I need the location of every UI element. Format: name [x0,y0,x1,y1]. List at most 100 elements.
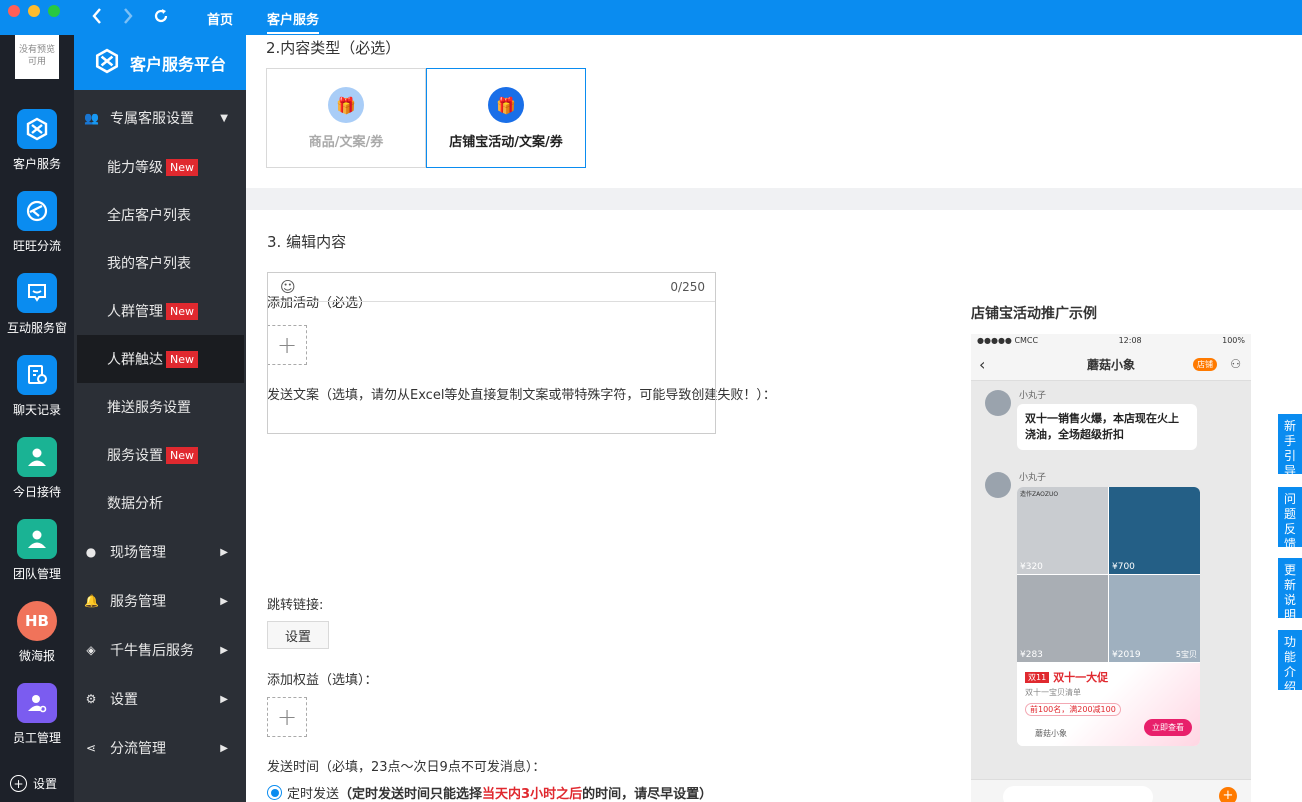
team-icon [17,519,57,559]
app-poster[interactable]: HB 微海报 [0,601,74,664]
back-icon[interactable] [92,8,102,28]
caret-down-icon: ▼ [220,112,228,124]
battery-text: 100% [1222,336,1245,345]
type-option-shop-activity[interactable]: 🎁 店铺宝活动/文案/券 [426,68,586,168]
menu-group-settings[interactable]: ⚙ 设置 ▶ [74,675,246,723]
menu-item-crowd-management[interactable]: 人群管理 New [74,287,246,335]
settings-icon: + [10,775,27,792]
maximize-window-icon[interactable] [48,5,60,17]
promo-title: 双十一大促 [1053,671,1109,684]
app-team[interactable]: 团队管理 [0,519,74,582]
add-benefit-button[interactable]: + [267,697,307,737]
menu-group-service[interactable]: 🔔 服务管理 ▶ [74,577,246,625]
radio-note-b: 的时间，请尽早设置） [582,787,713,802]
app-label: 微海报 [18,649,55,663]
new-badge: New [166,158,198,176]
radio-label: 定时发送 [287,787,340,802]
promo-coupon: 前100名，满200减100 [1025,703,1121,716]
refresh-icon[interactable] [153,8,169,28]
set-link-button[interactable]: 设置 [267,621,329,649]
menu-label: 我的客户列表 [107,256,191,272]
product-image: ¥2019 5宝贝 [1109,575,1200,662]
poster-icon: HB [17,601,57,641]
menu-label: 现场管理 [110,545,166,561]
platform-header: 客户服务平台 [74,35,246,90]
radio-selected[interactable] [267,785,282,800]
content-type-section: 2.内容类型（必选） 🎁 商品/文案/券 🎁 店铺宝活动/文案/券 [246,35,1302,188]
nav-menu: 客户服务平台 👥 专属客服设置 ▼ 能力等级 New 全店客户列表 我的客户列表… [74,35,246,802]
minimize-window-icon[interactable] [28,5,40,17]
menu-item-service-settings[interactable]: 服务设置 New [74,431,246,479]
gift-icon: 🎁 [488,87,524,123]
product-image: ¥283 [1017,575,1108,662]
content-type-heading: 2.内容类型（必选） [266,39,401,57]
close-window-icon[interactable] [8,5,20,17]
nav-home-link[interactable]: 首页 [207,9,233,28]
menu-item-push-settings[interactable]: 推送服务设置 [74,383,246,431]
app-staff[interactable]: 员工管理 [0,683,74,746]
menu-group-exclusive-service[interactable]: 👥 专属客服设置 ▼ [74,94,246,142]
settings-button[interactable]: + 设置 [10,775,57,792]
char-count: 0/250 [670,280,705,294]
menu-item-my-customers[interactable]: 我的客户列表 [74,239,246,287]
link-label: 跳转链接: [267,598,324,613]
promo-subtitle: 双十一宝贝清单 [1025,688,1081,697]
promo-card: 造作ZAOZUO ¥320 ¥700 ¥283 ¥2019 5宝贝 双11 双十一大… [1017,487,1200,746]
item-count: 5宝贝 [1175,650,1197,659]
new-badge: New [166,302,198,320]
location-icon: ● [85,545,97,559]
chat-message: 双十一销售火爆，本店现在火上浇油，全场超级折扣 [1017,404,1197,450]
emoji-icon[interactable]: ☺ [280,278,296,296]
scheduled-send-option[interactable]: 定时发送 （定时发送时间只能选择 当天内3小时之后 的时间，请尽早设置） [267,783,712,802]
forward-icon[interactable] [123,8,133,28]
side-tab-features[interactable]: 功能介绍 [1278,630,1302,694]
menu-item-data-analysis[interactable]: 数据分析 [74,479,246,527]
side-tab-update[interactable]: 更新说明 [1278,558,1302,622]
menu-item-ability-level[interactable]: 能力等级 New [74,143,246,191]
phone-preview: ●●●●● CMCC 12:08 100% ‹ 蘑菇小象 店铺 ⚇ 小丸子 双十… [971,334,1251,802]
app-interactive-window[interactable]: 互动服务窗 [0,273,74,336]
benefit-label: 添加权益（选填）： [267,673,378,688]
share-icon: ⋖ [85,741,97,755]
price-label: ¥2019 [1112,650,1141,660]
new-badge: New [166,350,198,368]
status-bar: ●●●●● CMCC 12:08 100% [971,334,1251,348]
avatar[interactable]: 没有预览可用 [15,35,59,79]
chat-record-icon [17,355,57,395]
menu-label: 分流管理 [110,741,166,757]
carrier-text: ●●●●● CMCC [977,336,1039,345]
menu-group-aftersale[interactable]: ◈ 千牛售后服务 ▶ [74,626,246,674]
menu-item-all-customers[interactable]: 全店客户列表 [74,191,246,239]
app-customer-service[interactable]: 客户服务 [0,109,74,172]
app-icon-sidebar: 没有预览可用 客户服务 旺旺分流 互动服务窗 聊天记录 今日接待 团队管理 HB… [0,35,74,802]
side-tab-feedback[interactable]: 问题反馈 [1278,487,1302,551]
gift-icon: 🎁 [328,87,364,123]
app-label: 旺旺分流 [12,239,61,253]
type-option-product[interactable]: 🎁 商品/文案/券 [266,68,426,168]
menu-label: 数据分析 [107,496,163,512]
menu-label: 专属客服设置 [110,111,194,127]
side-tab-guide[interactable]: 新手引导 [1278,414,1302,478]
back-icon: ‹ [979,354,986,374]
app-chat-record[interactable]: 聊天记录 [0,355,74,418]
interactive-window-icon [17,273,57,313]
menu-item-crowd-reach[interactable]: 人群触达 New [77,335,244,383]
app-ww-split[interactable]: 旺旺分流 [0,191,74,254]
caret-right-icon: ▶ [220,546,228,558]
caret-right-icon: ▶ [220,693,228,705]
nav-current-tab[interactable]: 客户服务 [267,9,320,34]
price-label: ¥700 [1112,562,1135,572]
chat-avatar [985,472,1011,498]
platform-logo-icon [94,48,120,78]
price-label: ¥283 [1020,650,1043,660]
type-option-label: 店铺宝活动/文案/券 [449,135,563,150]
app-label: 员工管理 [12,731,61,745]
radio-note-highlight: 当天内3小时之后 [482,787,583,802]
promo-footer: 双11 双十一大促 双十一宝贝清单 前100名，满200减100 蘑菇小象 立即… [1017,663,1200,746]
menu-group-split[interactable]: ⋖ 分流管理 ▶ [74,724,246,772]
app-today-reception[interactable]: 今日接待 [0,437,74,500]
menu-group-onsite[interactable]: ● 现场管理 ▶ [74,528,246,576]
caret-right-icon: ▶ [220,644,228,656]
radio-note-a: （定时发送时间只能选择 [339,787,483,802]
copy-textarea[interactable]: ☺ 0/250 [267,272,716,434]
